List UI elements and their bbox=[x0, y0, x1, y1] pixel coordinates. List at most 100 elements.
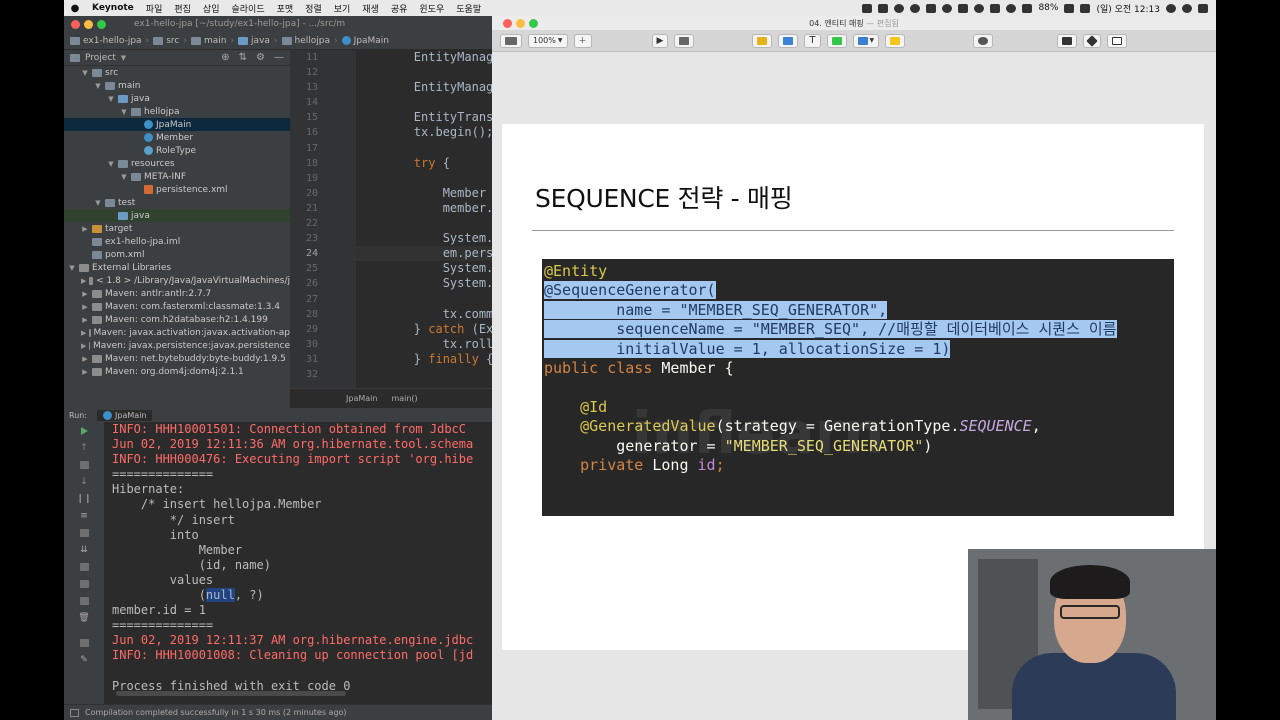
wifi-icon[interactable] bbox=[1006, 3, 1017, 13]
tool-windows-icon[interactable] bbox=[70, 708, 79, 717]
format-button[interactable] bbox=[1057, 33, 1078, 48]
scroll-to-end-button[interactable]: ⇊ bbox=[64, 541, 104, 558]
scroll-down-button[interactable]: ↓ bbox=[64, 473, 104, 490]
add-slide-button[interactable]: ＋ bbox=[573, 33, 592, 48]
line-number[interactable]: 26 bbox=[290, 276, 356, 291]
chart-button[interactable] bbox=[778, 33, 799, 48]
tree-item[interactable]: ▼ hellojpa bbox=[64, 105, 290, 118]
tree-item[interactable]: ▶ Maven: net.bytebuddy:byte-buddy:1.9.5 bbox=[64, 352, 290, 365]
line-number[interactable]: 17 bbox=[290, 141, 356, 156]
editor-crumb-class[interactable]: JpaMain bbox=[346, 394, 377, 403]
code-block[interactable]: inflearn 자바 ORM 표준 JPA 프로그래밍 - 기본편 @Enti… bbox=[542, 259, 1174, 559]
line-number[interactable]: 12 bbox=[290, 65, 356, 80]
soft-wrap-button[interactable]: ≡ bbox=[64, 507, 104, 524]
line-number[interactable]: 15 bbox=[290, 110, 356, 125]
close-window-button[interactable] bbox=[503, 19, 512, 28]
tree-item[interactable]: ▶ Maven: com.h2database:h2:1.4.199 bbox=[64, 313, 290, 326]
line-number[interactable]: 14 bbox=[290, 95, 356, 110]
menu-view[interactable]: 보기 bbox=[328, 2, 357, 15]
line-number[interactable]: 18 bbox=[290, 156, 356, 171]
chevron-down-icon[interactable]: ▼ bbox=[121, 54, 126, 62]
tree-item[interactable]: pom.xml bbox=[64, 248, 290, 261]
breadcrumb-java[interactable]: java bbox=[238, 36, 270, 46]
minimize-window-button[interactable] bbox=[516, 19, 525, 28]
breadcrumb-class[interactable]: JpaMain bbox=[341, 36, 389, 46]
tree-item[interactable]: ▶ Maven: javax.persistence:javax.persiste… bbox=[64, 339, 290, 352]
clear-all-button[interactable]: 🗑 bbox=[64, 609, 104, 626]
tree-item[interactable]: ▼ src bbox=[64, 66, 290, 79]
tree-item[interactable]: ▶ target bbox=[64, 222, 290, 235]
chevron-right-icon[interactable]: ▶ bbox=[81, 277, 86, 285]
line-number[interactable]: 23 bbox=[290, 231, 356, 246]
line-number[interactable]: 32 bbox=[290, 367, 356, 382]
table-button[interactable] bbox=[752, 33, 773, 48]
keynote-live-button[interactable] bbox=[674, 33, 695, 48]
chevron-down-icon[interactable]: ▼ bbox=[120, 173, 128, 181]
line-number[interactable]: 11 bbox=[290, 50, 356, 65]
menu-arrange[interactable]: 정렬 bbox=[299, 2, 328, 15]
chevron-down-icon[interactable]: ▼ bbox=[120, 108, 128, 116]
pin-tab-button[interactable]: ✎ bbox=[64, 651, 104, 668]
chevron-right-icon[interactable]: ▶ bbox=[81, 368, 89, 376]
locate-file-icon[interactable]: ⊕ bbox=[221, 52, 229, 63]
line-number[interactable]: 21 bbox=[290, 201, 356, 216]
menu-help[interactable]: 도움말 bbox=[450, 2, 487, 15]
time-machine-icon[interactable] bbox=[974, 3, 985, 13]
tree-item[interactable]: java bbox=[64, 209, 290, 222]
tree-item[interactable]: ▶ Maven: antlr:antlr:2.7.7 bbox=[64, 287, 290, 300]
zoom-window-button[interactable] bbox=[529, 19, 538, 28]
media-button[interactable]: ▼ bbox=[852, 33, 880, 48]
cloud-icon[interactable] bbox=[942, 3, 953, 13]
comment-button[interactable] bbox=[885, 33, 906, 48]
tree-item[interactable]: ▶ < 1.8 > /Library/Java/JavaVirtualMachin… bbox=[64, 274, 290, 287]
user-avatar-icon[interactable] bbox=[1182, 3, 1192, 13]
scroll-up-button[interactable]: ↑ bbox=[64, 439, 104, 456]
status-app-icon[interactable] bbox=[862, 3, 873, 13]
chevron-right-icon[interactable]: ▶ bbox=[81, 225, 89, 233]
editor-crumb-method[interactable]: main() bbox=[391, 394, 417, 403]
menu-insert[interactable]: 삽입 bbox=[197, 2, 226, 15]
status-app-icon[interactable] bbox=[910, 3, 921, 13]
document-button[interactable] bbox=[1107, 33, 1128, 48]
chevron-down-icon[interactable]: ▼ bbox=[107, 95, 115, 103]
tree-item[interactable]: ▼ resources bbox=[64, 157, 290, 170]
line-number[interactable]: 19 bbox=[290, 171, 356, 186]
run-tab-jpamain[interactable]: JpaMain bbox=[97, 409, 153, 421]
play-button[interactable]: ▶ bbox=[651, 33, 669, 48]
rerun-button[interactable] bbox=[64, 422, 104, 439]
menu-slide[interactable]: 슬라이드 bbox=[225, 2, 270, 15]
line-number[interactable]: 20 bbox=[290, 186, 356, 201]
text-button[interactable]: T bbox=[804, 33, 821, 48]
hide-panel-icon[interactable]: — bbox=[274, 52, 284, 63]
status-app-icon[interactable] bbox=[926, 3, 937, 13]
tree-item[interactable]: ▼ META-INF bbox=[64, 170, 290, 183]
zoom-window-button[interactable] bbox=[97, 19, 106, 29]
collaborate-button[interactable] bbox=[973, 33, 994, 48]
tree-item[interactable]: ex1-hello-jpa.iml bbox=[64, 235, 290, 248]
chevron-right-icon[interactable]: ▶ bbox=[81, 342, 86, 350]
menu-play[interactable]: 재생 bbox=[356, 2, 385, 15]
line-number[interactable]: 13 bbox=[290, 80, 356, 95]
spotlight-search-icon[interactable] bbox=[1166, 3, 1176, 13]
animate-button[interactable] bbox=[1083, 33, 1102, 48]
menu-edit[interactable]: 편집 bbox=[168, 2, 197, 15]
breadcrumb-package[interactable]: hellojpa bbox=[281, 36, 330, 46]
status-app-icon[interactable] bbox=[958, 3, 969, 13]
bluetooth-icon[interactable] bbox=[990, 3, 1001, 13]
shape-button[interactable] bbox=[826, 33, 847, 48]
settings-button[interactable] bbox=[64, 558, 104, 575]
chevron-right-icon[interactable]: ▶ bbox=[81, 355, 89, 363]
line-number[interactable]: 31 bbox=[290, 352, 356, 367]
line-number[interactable]: 16 bbox=[290, 125, 356, 140]
line-number[interactable]: 24 bbox=[290, 246, 356, 261]
minimize-window-button[interactable] bbox=[84, 19, 93, 29]
dump-threads-button[interactable] bbox=[64, 524, 104, 541]
pause-button[interactable]: ❙❙ bbox=[64, 490, 104, 507]
menu-share[interactable]: 공유 bbox=[385, 2, 414, 15]
chevron-down-icon[interactable]: ▼ bbox=[107, 160, 115, 168]
chevron-right-icon[interactable]: ▶ bbox=[81, 290, 89, 298]
console-output[interactable]: INFO: HHH10001501: Connection obtained f… bbox=[112, 422, 492, 704]
code-editor[interactable]: EntityManag EntityManag EntityTrans tx.b… bbox=[356, 50, 492, 388]
chevron-right-icon[interactable]: ▶ bbox=[81, 329, 86, 337]
battery-icon[interactable] bbox=[1064, 3, 1075, 13]
